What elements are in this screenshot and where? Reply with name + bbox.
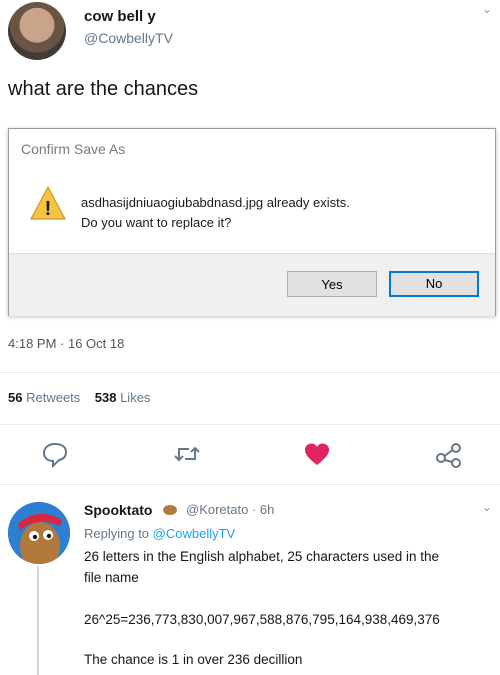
avatar[interactable]: [8, 502, 70, 564]
replying-to-handle[interactable]: @CowbellyTV: [153, 526, 236, 541]
warning-icon: !: [29, 185, 67, 221]
avatar[interactable]: [8, 2, 66, 60]
divider: [0, 424, 500, 425]
replying-prefix: Replying to: [84, 526, 150, 541]
share-icon[interactable]: [434, 440, 464, 468]
display-name[interactable]: cow bell y: [84, 8, 156, 25]
tweet-timestamp[interactable]: 4:18 PM · 16 Oct 18: [8, 336, 124, 351]
chevron-down-icon[interactable]: ⌄: [482, 2, 492, 16]
dialog-title: Confirm Save As: [21, 141, 126, 157]
retweets-count[interactable]: 56: [8, 390, 22, 405]
potato-emoji-icon: [162, 503, 178, 517]
confirm-save-dialog: Confirm Save As ! asdhasijdniuaogiubabdn…: [8, 128, 496, 316]
likes-count[interactable]: 538: [95, 390, 117, 405]
divider: [0, 372, 500, 373]
chevron-down-icon[interactable]: ⌄: [482, 500, 492, 514]
reply-text-line: The chance is 1 in over 236 decillion: [84, 652, 303, 667]
likes-label[interactable]: Likes: [120, 390, 150, 405]
reply-display-name[interactable]: Spooktato: [84, 502, 152, 518]
warning-glyph: !: [45, 198, 52, 220]
heart-icon[interactable]: [302, 440, 332, 468]
reply-icon[interactable]: [40, 440, 70, 469]
dialog-message-line1: asdhasijdniuaogiubabdnasd.jpg already ex…: [81, 195, 350, 210]
dialog-message-line2: Do you want to replace it?: [81, 215, 232, 230]
no-button[interactable]: No: [389, 271, 479, 297]
retweet-icon[interactable]: [172, 440, 202, 468]
reply-text-line: file name: [84, 570, 139, 585]
thread-line: [37, 566, 39, 675]
tweet-stats: 56 Retweets 538 Likes: [8, 390, 150, 405]
reply-text-line: 26^25=236,773,830,007,967,588,876,795,16…: [84, 612, 440, 627]
tweet-text: what are the chances: [8, 78, 199, 100]
reply-text-line: 26 letters in the English alphabet, 25 c…: [84, 549, 439, 564]
replying-to: Replying to @CowbellyTV: [84, 526, 235, 541]
divider: [0, 484, 500, 485]
retweets-label[interactable]: Retweets: [26, 390, 80, 405]
reply-handle-time[interactable]: @Koretato · 6h: [186, 502, 274, 517]
user-handle[interactable]: @CowbellyTV: [84, 30, 173, 46]
yes-button[interactable]: Yes: [287, 271, 377, 297]
